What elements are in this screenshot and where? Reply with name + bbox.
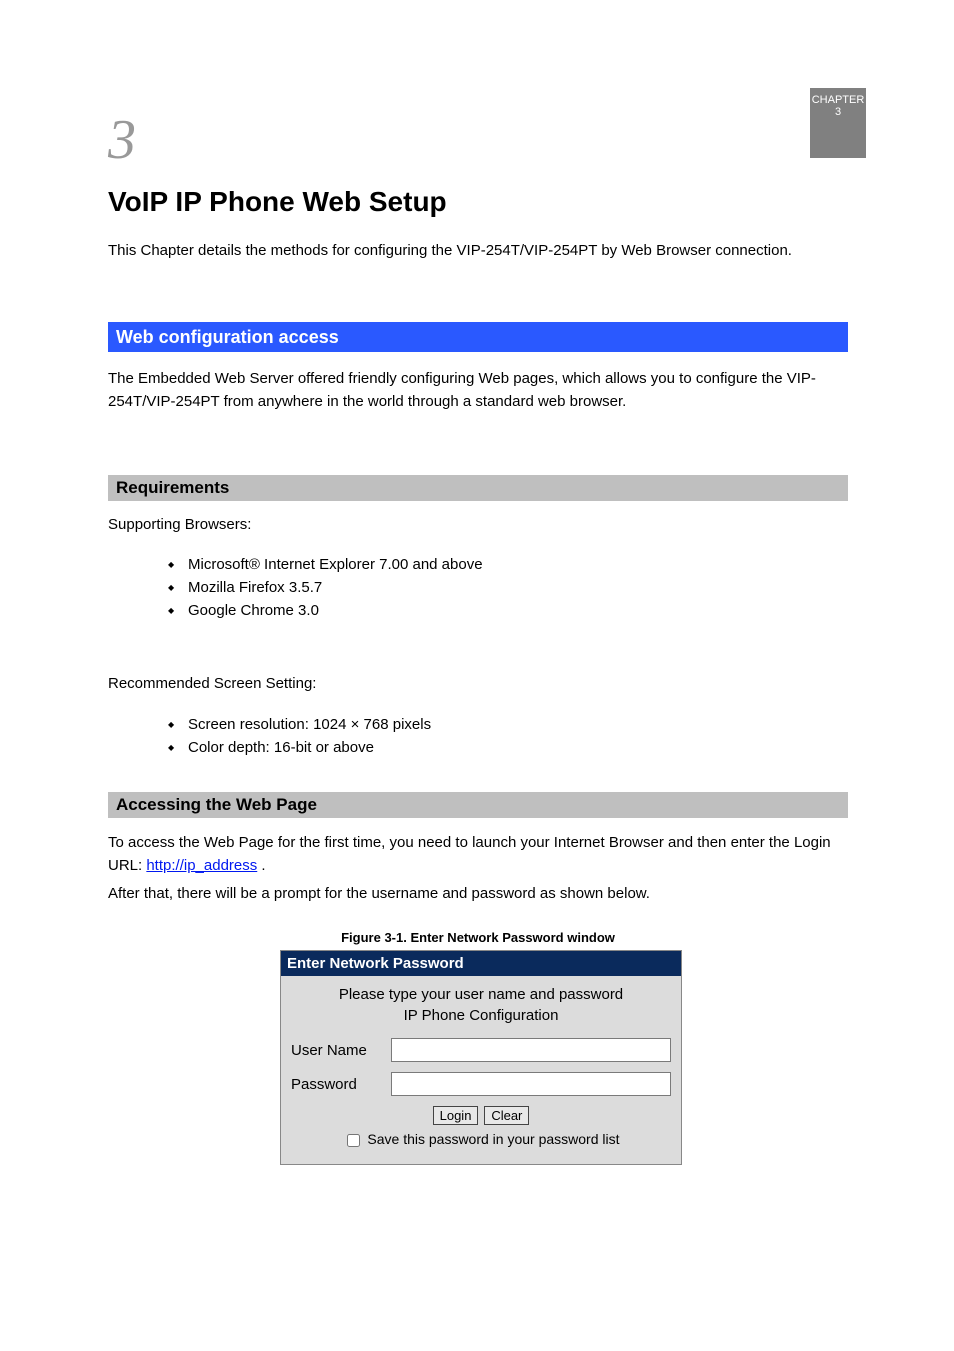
chapter-lead: This Chapter details the methods for con… <box>108 240 848 263</box>
section-heading-web-config: Web configuration access <box>108 322 848 352</box>
list-item: Screen resolution: 1024 × 768 pixels <box>188 716 848 733</box>
figure-caption: Figure 3-1. Enter Network Password windo… <box>108 930 848 945</box>
recommended-screen-label: Recommended Screen Setting: <box>108 675 316 692</box>
save-password-row[interactable]: Save this password in your password list <box>343 1131 620 1147</box>
subheading-requirements: Requirements <box>108 475 848 501</box>
chapter-title: VoIP IP Phone Web Setup <box>108 186 848 218</box>
login-url-link[interactable]: http://ip_address <box>146 857 257 874</box>
login-dialog: Enter Network Password Please type your … <box>280 950 682 1165</box>
supported-browsers-label: Supporting Browsers: <box>108 516 251 533</box>
login-button[interactable]: Login <box>433 1106 479 1125</box>
username-label: User Name <box>291 1042 391 1059</box>
save-password-checkbox[interactable] <box>347 1134 360 1147</box>
save-password-label: Save this password in your password list <box>367 1131 619 1147</box>
password-label: Password <box>291 1076 391 1093</box>
recommended-screen-list: Screen resolution: 1024 × 768 pixels Col… <box>148 716 848 762</box>
access-para-suffix: . <box>261 857 265 874</box>
supported-browsers-list: Microsoft® Internet Explorer 7.00 and ab… <box>148 556 848 625</box>
intro-paragraph: The Embedded Web Server offered friendly… <box>108 368 848 413</box>
list-item: Mozilla Firefox 3.5.7 <box>188 579 848 596</box>
list-item: Color depth: 16-bit or above <box>188 739 848 756</box>
login-message: Please type your user name and password <box>291 986 671 1003</box>
access-para2: After that, there will be a prompt for t… <box>108 883 848 906</box>
username-input[interactable] <box>391 1038 671 1062</box>
list-item: Google Chrome 3.0 <box>188 602 848 619</box>
password-input[interactable] <box>391 1072 671 1096</box>
subheading-accessing: Accessing the Web Page <box>108 792 848 818</box>
clear-button[interactable]: Clear <box>484 1106 529 1125</box>
list-item: Microsoft® Internet Explorer 7.00 and ab… <box>188 556 848 573</box>
login-dialog-title: Enter Network Password <box>281 951 681 976</box>
login-subtitle: IP Phone Configuration <box>291 1007 671 1024</box>
chapter-tab: CHAPTER 3 <box>810 88 866 158</box>
chapter-number: 3 <box>108 108 136 172</box>
